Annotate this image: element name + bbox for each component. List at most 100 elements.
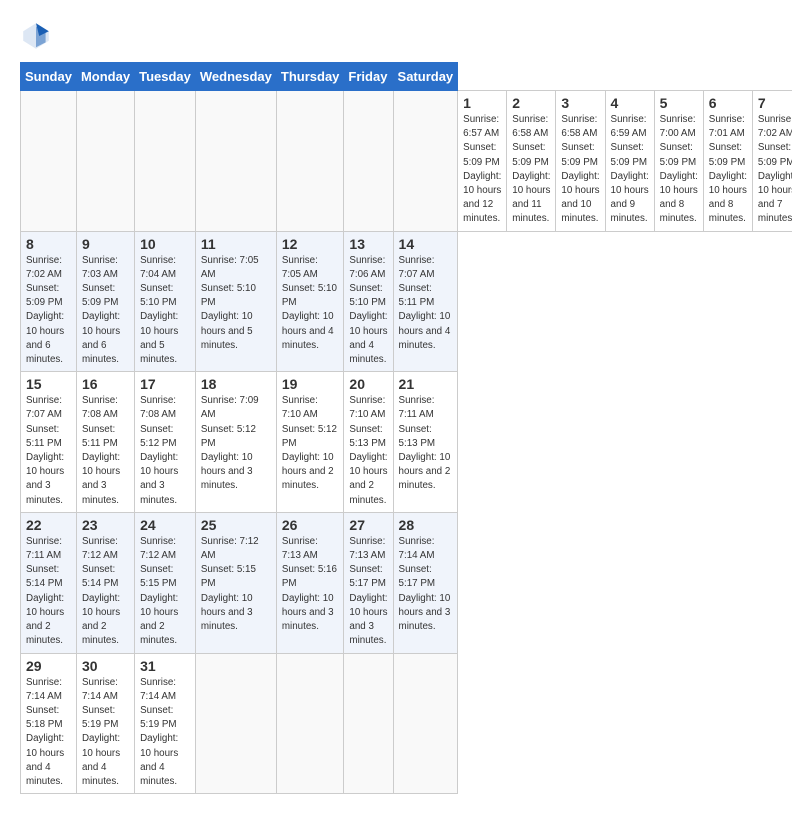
day-number: 30 [82,658,129,674]
day-info: Sunrise: 7:14 AMSunset: 5:19 PMDaylight:… [140,676,190,790]
day-number: 15 [26,376,71,392]
day-info: Sunrise: 7:08 AMSunset: 5:11 PMDaylight:… [82,394,129,508]
day-info: Sunrise: 7:12 AMSunset: 5:15 PMDaylight:… [201,535,271,634]
calendar-day-header: Sunday [21,63,77,91]
day-info: Sunrise: 7:11 AMSunset: 5:14 PMDaylight:… [26,535,71,649]
day-number: 21 [399,376,453,392]
calendar-cell: 22 Sunrise: 7:11 AMSunset: 5:14 PMDaylig… [21,512,77,653]
calendar-cell: 1 Sunrise: 6:57 AMSunset: 5:09 PMDayligh… [458,91,507,232]
calendar-cell: 26 Sunrise: 7:13 AMSunset: 5:16 PMDaylig… [276,512,344,653]
day-number: 29 [26,658,71,674]
calendar-cell [344,653,393,794]
logo-icon [20,20,52,52]
day-info: Sunrise: 7:14 AMSunset: 5:17 PMDaylight:… [399,535,453,634]
calendar-cell [276,91,344,232]
calendar-day-header: Tuesday [135,63,196,91]
day-number: 3 [561,95,599,111]
day-info: Sunrise: 7:12 AMSunset: 5:14 PMDaylight:… [82,535,129,649]
calendar-week-row: 15 Sunrise: 7:07 AMSunset: 5:11 PMDaylig… [21,372,792,513]
day-info: Sunrise: 7:09 AMSunset: 5:12 PMDaylight:… [201,394,271,493]
day-number: 24 [140,517,190,533]
calendar-day-header: Monday [76,63,134,91]
day-info: Sunrise: 7:07 AMSunset: 5:11 PMDaylight:… [399,254,453,353]
calendar-day-header: Saturday [393,63,458,91]
calendar-week-row: 8 Sunrise: 7:02 AMSunset: 5:09 PMDayligh… [21,231,792,372]
calendar-cell: 12 Sunrise: 7:05 AMSunset: 5:10 PMDaylig… [276,231,344,372]
calendar-cell: 28 Sunrise: 7:14 AMSunset: 5:17 PMDaylig… [393,512,458,653]
day-number: 31 [140,658,190,674]
calendar-header-row: SundayMondayTuesdayWednesdayThursdayFrid… [21,63,792,91]
calendar-week-row: 22 Sunrise: 7:11 AMSunset: 5:14 PMDaylig… [21,512,792,653]
calendar-cell: 16 Sunrise: 7:08 AMSunset: 5:11 PMDaylig… [76,372,134,513]
day-info: Sunrise: 7:13 AMSunset: 5:16 PMDaylight:… [282,535,339,634]
day-info: Sunrise: 7:06 AMSunset: 5:10 PMDaylight:… [349,254,387,368]
day-number: 9 [82,236,129,252]
calendar-cell: 17 Sunrise: 7:08 AMSunset: 5:12 PMDaylig… [135,372,196,513]
day-number: 11 [201,236,271,252]
day-number: 1 [463,95,501,111]
calendar-week-row: 1 Sunrise: 6:57 AMSunset: 5:09 PMDayligh… [21,91,792,232]
logo [20,20,56,52]
calendar-cell: 2 Sunrise: 6:58 AMSunset: 5:09 PMDayligh… [507,91,556,232]
day-info: Sunrise: 7:14 AMSunset: 5:19 PMDaylight:… [82,676,129,790]
calendar-cell [276,653,344,794]
day-info: Sunrise: 7:05 AMSunset: 5:10 PMDaylight:… [201,254,271,353]
day-info: Sunrise: 7:03 AMSunset: 5:09 PMDaylight:… [82,254,129,368]
day-info: Sunrise: 6:58 AMSunset: 5:09 PMDaylight:… [561,113,599,227]
day-number: 4 [611,95,649,111]
calendar-cell: 3 Sunrise: 6:58 AMSunset: 5:09 PMDayligh… [556,91,605,232]
calendar-cell: 21 Sunrise: 7:11 AMSunset: 5:13 PMDaylig… [393,372,458,513]
calendar-cell: 6 Sunrise: 7:01 AMSunset: 5:09 PMDayligh… [703,91,752,232]
calendar-cell [21,91,77,232]
calendar-cell: 25 Sunrise: 7:12 AMSunset: 5:15 PMDaylig… [195,512,276,653]
calendar-cell: 10 Sunrise: 7:04 AMSunset: 5:10 PMDaylig… [135,231,196,372]
day-info: Sunrise: 7:00 AMSunset: 5:09 PMDaylight:… [660,113,698,227]
day-info: Sunrise: 7:07 AMSunset: 5:11 PMDaylight:… [26,394,71,508]
day-number: 14 [399,236,453,252]
calendar-cell: 23 Sunrise: 7:12 AMSunset: 5:14 PMDaylig… [76,512,134,653]
calendar-cell: 29 Sunrise: 7:14 AMSunset: 5:18 PMDaylig… [21,653,77,794]
calendar-cell: 18 Sunrise: 7:09 AMSunset: 5:12 PMDaylig… [195,372,276,513]
calendar-cell [195,91,276,232]
day-info: Sunrise: 7:10 AMSunset: 5:13 PMDaylight:… [349,394,387,508]
day-number: 22 [26,517,71,533]
calendar-day-header: Friday [344,63,393,91]
day-number: 17 [140,376,190,392]
calendar-cell [135,91,196,232]
page-header [20,20,772,52]
day-info: Sunrise: 7:11 AMSunset: 5:13 PMDaylight:… [399,394,453,493]
calendar-day-header: Wednesday [195,63,276,91]
calendar-cell [344,91,393,232]
calendar-cell [195,653,276,794]
day-number: 6 [709,95,747,111]
day-info: Sunrise: 7:13 AMSunset: 5:17 PMDaylight:… [349,535,387,649]
day-number: 26 [282,517,339,533]
calendar-cell: 19 Sunrise: 7:10 AMSunset: 5:12 PMDaylig… [276,372,344,513]
calendar-cell [393,653,458,794]
day-number: 19 [282,376,339,392]
calendar-cell: 7 Sunrise: 7:02 AMSunset: 5:09 PMDayligh… [752,91,792,232]
day-number: 27 [349,517,387,533]
day-number: 13 [349,236,387,252]
day-info: Sunrise: 7:05 AMSunset: 5:10 PMDaylight:… [282,254,339,353]
day-info: Sunrise: 7:14 AMSunset: 5:18 PMDaylight:… [26,676,71,790]
day-info: Sunrise: 6:57 AMSunset: 5:09 PMDaylight:… [463,113,501,227]
calendar-cell: 14 Sunrise: 7:07 AMSunset: 5:11 PMDaylig… [393,231,458,372]
calendar-cell: 30 Sunrise: 7:14 AMSunset: 5:19 PMDaylig… [76,653,134,794]
day-number: 5 [660,95,698,111]
day-info: Sunrise: 7:12 AMSunset: 5:15 PMDaylight:… [140,535,190,649]
calendar-cell [76,91,134,232]
calendar-cell: 5 Sunrise: 7:00 AMSunset: 5:09 PMDayligh… [654,91,703,232]
day-info: Sunrise: 7:04 AMSunset: 5:10 PMDaylight:… [140,254,190,368]
calendar-cell: 20 Sunrise: 7:10 AMSunset: 5:13 PMDaylig… [344,372,393,513]
day-info: Sunrise: 7:01 AMSunset: 5:09 PMDaylight:… [709,113,747,227]
day-number: 12 [282,236,339,252]
calendar-week-row: 29 Sunrise: 7:14 AMSunset: 5:18 PMDaylig… [21,653,792,794]
calendar-cell: 9 Sunrise: 7:03 AMSunset: 5:09 PMDayligh… [76,231,134,372]
day-number: 20 [349,376,387,392]
day-number: 7 [758,95,792,111]
day-info: Sunrise: 6:58 AMSunset: 5:09 PMDaylight:… [512,113,550,227]
day-number: 18 [201,376,271,392]
calendar-cell [393,91,458,232]
day-number: 23 [82,517,129,533]
